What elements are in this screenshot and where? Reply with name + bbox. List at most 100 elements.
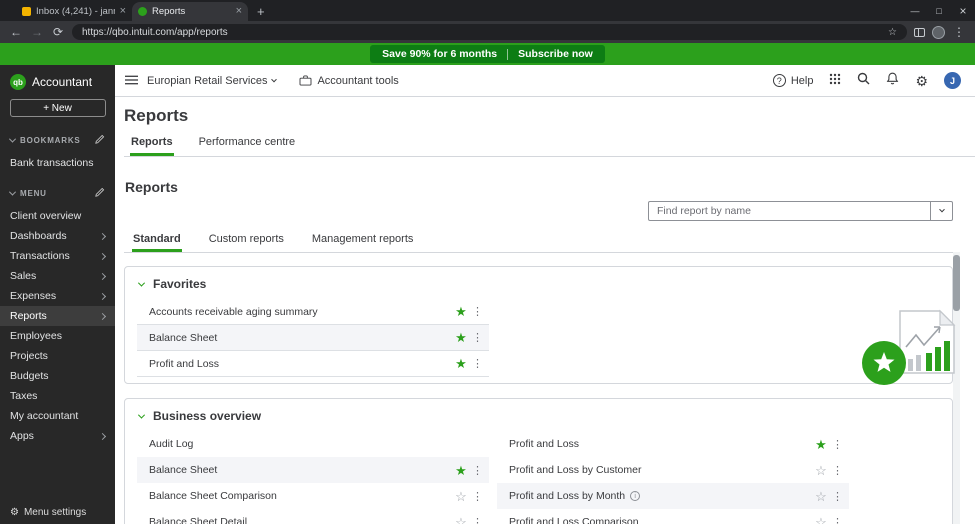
subtab-management-reports[interactable]: Management reports	[311, 233, 415, 252]
sidebar-item-apps[interactable]: Apps	[0, 426, 115, 446]
favorite-star-icon[interactable]: ☆	[811, 516, 831, 524]
report-row[interactable]: Balance Sheet ★ ⋮	[137, 325, 489, 351]
tab-close-icon[interactable]: ×	[120, 6, 126, 17]
edit-menu-pencil-icon[interactable]	[95, 184, 105, 202]
report-link[interactable]: Profit and Loss by Month i	[509, 490, 811, 502]
report-link[interactable]: Balance Sheet Comparison	[149, 490, 451, 502]
row-menu-icon[interactable]: ⋮	[471, 331, 484, 344]
collapse-menu-icon[interactable]	[125, 72, 138, 90]
new-button[interactable]: + New	[9, 99, 106, 117]
favorite-star-icon[interactable]: ☆	[451, 516, 471, 524]
business-overview-header[interactable]: Business overview	[137, 401, 940, 431]
report-link[interactable]: Profit and Loss Comparison	[509, 516, 811, 524]
browser-tab-reports[interactable]: Reports ×	[132, 2, 248, 21]
tab-close-icon[interactable]: ×	[236, 6, 242, 17]
report-link[interactable]: Audit Log	[149, 438, 484, 450]
forward-button[interactable]: →	[30, 26, 44, 38]
info-icon[interactable]: i	[630, 491, 641, 501]
sidebar-item-transactions[interactable]: Transactions	[0, 246, 115, 266]
browser-profile-icon[interactable]	[932, 25, 945, 39]
row-menu-icon[interactable]: ⋮	[831, 438, 844, 451]
tab-reports[interactable]: Reports	[130, 136, 174, 156]
sidebar-item-reports[interactable]: Reports	[0, 306, 115, 326]
sidebar-item-taxes[interactable]: Taxes	[0, 386, 115, 406]
window-close-button[interactable]: ×	[951, 4, 975, 18]
report-row[interactable]: Profit and Loss ★ ⋮	[497, 431, 849, 457]
favorite-star-icon[interactable]: ☆	[451, 490, 471, 503]
search-icon[interactable]	[857, 72, 870, 90]
dropdown-button[interactable]	[930, 202, 952, 220]
subtab-standard[interactable]: Standard	[132, 233, 182, 252]
report-link[interactable]: Profit and Loss	[149, 358, 451, 370]
scrollbar-thumb[interactable]	[953, 255, 960, 311]
browser-menu-icon[interactable]: ⋮	[952, 26, 966, 38]
row-menu-icon[interactable]: ⋮	[471, 464, 484, 477]
report-row[interactable]: Profit and Loss by Month i ☆ ⋮	[497, 483, 849, 509]
side-panel-icon[interactable]	[914, 27, 925, 37]
favorite-star-icon[interactable]: ★	[451, 464, 471, 477]
new-tab-button[interactable]: +	[257, 5, 265, 18]
tab-performance-centre[interactable]: Performance centre	[198, 136, 297, 156]
company-selector[interactable]: Europian Retail Services	[147, 75, 278, 87]
sidebar-item-client-overview[interactable]: Client overview	[0, 206, 115, 226]
report-link[interactable]: Balance Sheet	[149, 332, 451, 344]
collapse-chevron-icon[interactable]	[137, 279, 146, 287]
sidebar-item-expenses[interactable]: Expenses	[0, 286, 115, 306]
report-link[interactable]: Balance Sheet Detail	[149, 516, 451, 524]
report-row[interactable]: Profit and Loss Comparison ☆ ⋮	[497, 509, 849, 524]
help-button[interactable]: ? Help	[772, 74, 813, 87]
favorite-star-icon[interactable]: ★	[811, 438, 831, 451]
maximize-button[interactable]: □	[927, 6, 951, 16]
bookmark-star-icon[interactable]: ☆	[888, 27, 897, 38]
report-row[interactable]: Accounts receivable aging summary ★ ⋮	[137, 299, 489, 325]
collapse-chevron-icon[interactable]	[137, 411, 146, 419]
report-row[interactable]: Balance Sheet Comparison ☆ ⋮	[137, 483, 489, 509]
report-row[interactable]: Profit and Loss by Customer ☆ ⋮	[497, 457, 849, 483]
favorite-star-icon[interactable]: ☆	[811, 464, 831, 477]
bookmarks-section-header[interactable]: BOOKMARKS	[0, 126, 115, 153]
sidebar-item-bank-transactions[interactable]: Bank transactions	[0, 153, 115, 173]
user-avatar[interactable]: J	[944, 72, 961, 89]
report-row[interactable]: Profit and Loss ★ ⋮	[137, 351, 489, 377]
subtab-custom-reports[interactable]: Custom reports	[208, 233, 285, 252]
settings-gear-icon[interactable]: ⚙	[915, 74, 928, 88]
favorite-star-icon[interactable]: ★	[451, 305, 471, 318]
url-bar[interactable]: https://qbo.intuit.com/app/reports ☆	[72, 24, 907, 40]
refresh-button[interactable]: ⟳	[51, 26, 65, 38]
sidebar-item-projects[interactable]: Projects	[0, 346, 115, 366]
report-link[interactable]: Profit and Loss	[509, 438, 811, 450]
sidebar-item-sales[interactable]: Sales	[0, 266, 115, 286]
find-report-select[interactable]: Find report by name	[648, 201, 953, 221]
report-row[interactable]: Balance Sheet ★ ⋮	[137, 457, 489, 483]
sidebar-item-budgets[interactable]: Budgets	[0, 366, 115, 386]
browser-tab-inbox[interactable]: Inbox (4,241) - janmaebacang... ×	[16, 2, 132, 21]
favorite-star-icon[interactable]: ☆	[811, 490, 831, 503]
sidebar-item-dashboards[interactable]: Dashboards	[0, 226, 115, 246]
row-menu-icon[interactable]: ⋮	[831, 490, 844, 503]
report-row[interactable]: Balance Sheet Detail ☆ ⋮	[137, 509, 489, 524]
row-menu-icon[interactable]: ⋮	[471, 516, 484, 524]
report-row[interactable]: Audit Log	[137, 431, 489, 457]
apps-grid-icon[interactable]	[829, 72, 841, 90]
row-menu-icon[interactable]: ⋮	[831, 464, 844, 477]
minimize-button[interactable]: —	[903, 6, 927, 16]
sidebar-item-my-accountant[interactable]: My accountant	[0, 406, 115, 426]
row-menu-icon[interactable]: ⋮	[471, 490, 484, 503]
row-menu-icon[interactable]: ⋮	[471, 357, 484, 370]
edit-bookmarks-pencil-icon[interactable]	[95, 131, 105, 149]
menu-section-header[interactable]: MENU	[0, 179, 115, 206]
report-link[interactable]: Accounts receivable aging summary	[149, 306, 451, 318]
report-link[interactable]: Profit and Loss by Customer	[509, 464, 811, 476]
back-button[interactable]: ←	[9, 26, 23, 38]
notifications-bell-icon[interactable]	[886, 72, 899, 90]
report-link[interactable]: Balance Sheet	[149, 464, 451, 476]
favorite-star-icon[interactable]: ★	[451, 357, 471, 370]
url-text[interactable]: https://qbo.intuit.com/app/reports	[82, 27, 882, 38]
menu-settings-button[interactable]: ⚙ Menu settings	[10, 507, 86, 518]
row-menu-icon[interactable]: ⋮	[831, 516, 844, 524]
accountant-tools-button[interactable]: Accountant tools	[299, 75, 399, 87]
favorites-header[interactable]: Favorites	[137, 269, 940, 299]
sidebar-item-employees[interactable]: Employees	[0, 326, 115, 346]
subscribe-now-link[interactable]: Subscribe now	[518, 48, 593, 60]
row-menu-icon[interactable]: ⋮	[471, 305, 484, 318]
